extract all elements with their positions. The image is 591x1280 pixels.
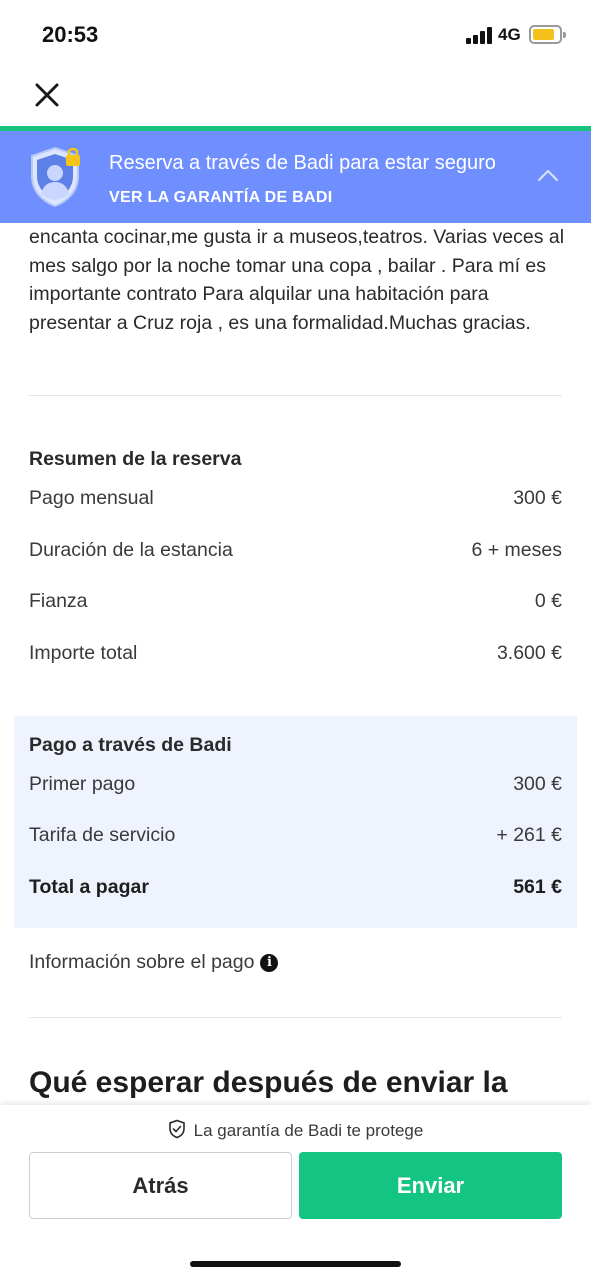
payment-info-label: Información sobre el pago [29,951,255,973]
info-icon[interactable]: i [260,954,279,972]
guarantee-note: La garantía de Badi te protege [0,1119,591,1141]
divider [29,1017,562,1018]
status-time: 20:53 [42,22,99,47]
signal-icon [466,27,494,44]
bottom-action-bar: La garantía de Badi te protege Atrás Env… [0,1105,591,1280]
summary-row-deposit: Fianza 0 € [29,590,562,620]
view-guarantee-link[interactable]: VER LA GARANTÍA DE BADI [109,189,333,207]
close-icon [35,83,59,107]
row-value: 0 € [534,590,562,612]
summary-row-duration: Duración de la estancia 6 + meses [29,539,562,569]
row-value: 3.600 € [496,642,562,664]
row-label: Tarifa de servicio [29,824,176,846]
divider [29,395,562,396]
row-label: Primer pago [29,773,136,795]
row-value: 300 € [513,487,562,509]
summary-row-monthly: Pago mensual 300 € [29,487,562,517]
battery-icon [529,25,566,44]
row-label: Duración de la estancia [29,539,233,561]
row-label: Fianza [29,590,88,612]
row-value: 561 € [513,876,562,898]
payment-row-total: Total a pagar 561 € [29,876,562,906]
guarantee-text: La garantía de Badi te protege [193,1121,424,1140]
row-value: 300 € [513,773,562,795]
row-label: Total a pagar [29,876,149,898]
next-steps-heading: Qué esperar después de enviar la [29,1066,508,1099]
row-label: Pago mensual [29,487,154,509]
payment-row-fee: Tarifa de servicio + 261 € [29,824,562,854]
booking-summary-title: Resumen de la reserva [29,448,242,470]
host-description: encanta cocinar,me gusta ir a museos,tea… [29,226,565,334]
payment-row-first: Primer pago 300 € [29,773,562,803]
row-label: Importe total [29,642,138,664]
send-button[interactable]: Enviar [299,1152,562,1219]
status-bar: 20:53 4G [0,0,591,70]
back-button[interactable]: Atrás [29,1152,292,1219]
banner-title: Reserva a través de Badi para estar segu… [109,152,496,174]
home-indicator [190,1261,401,1267]
chevron-up-icon[interactable] [536,167,560,183]
network-label: 4G [498,25,521,44]
payment-title: Pago a través de Badi [29,734,232,756]
guarantee-banner[interactable]: Reserva a través de Badi para estar segu… [0,131,591,223]
row-value: + 261 € [496,824,562,846]
close-button[interactable] [32,80,62,110]
payment-info-link[interactable]: Información sobre el pago i [29,951,279,974]
summary-row-total: Importe total 3.600 € [29,642,562,672]
shield-check-icon [168,1119,185,1139]
row-value: 6 + meses [471,539,562,561]
shield-lock-icon [31,146,80,208]
